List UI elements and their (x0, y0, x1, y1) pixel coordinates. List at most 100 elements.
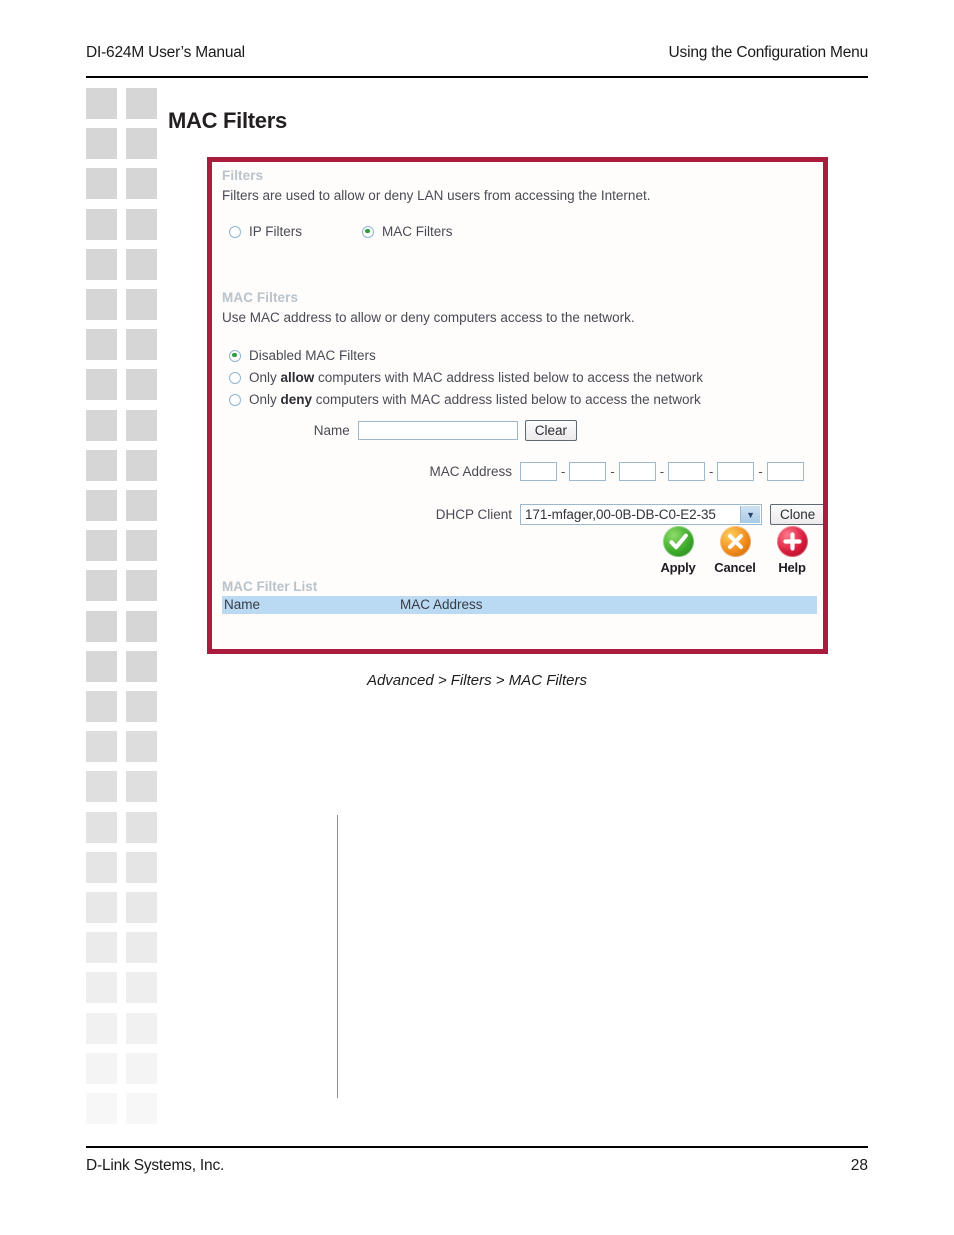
decorative-square (126, 691, 157, 722)
x-circle-icon (719, 526, 751, 557)
page-header: DI-624M User’s Manual Using the Configur… (86, 44, 868, 78)
decorative-square (126, 851, 157, 883)
action-buttons: Apply Cancel Help (655, 526, 815, 577)
dhcp-client-selected-value: 171-mfager,00-0B-DB-C0-E2-35 (525, 507, 716, 522)
radio-allow-mac-filters-label: Only allow computers with MAC address li… (249, 370, 703, 385)
decorative-square (86, 490, 117, 521)
radio-allow-mac-filters-indicator[interactable] (229, 371, 241, 384)
chevron-down-icon[interactable]: ▼ (740, 506, 760, 523)
decorative-square (126, 168, 157, 200)
radio-deny-mac-filters-label: Only deny computers with MAC address lis… (249, 392, 701, 407)
mac-separator-3: - (659, 464, 665, 479)
help-label: Help (778, 560, 806, 575)
vertical-divider (337, 815, 338, 1098)
decorative-square (86, 1012, 117, 1044)
mac-address-row: MAC Address - - - - - (257, 462, 804, 481)
cancel-button[interactable]: Cancel (712, 526, 758, 577)
decorative-square (126, 128, 157, 160)
header-rule (86, 76, 868, 78)
decorative-square (86, 851, 117, 883)
filters-group-title: Filters (222, 168, 264, 183)
decorative-square (126, 1093, 157, 1124)
decorative-square (126, 449, 157, 481)
page-number: 28 (850, 1157, 868, 1174)
decorative-square (126, 329, 157, 361)
footer-rule (86, 1146, 868, 1148)
decorative-square (126, 1012, 157, 1044)
radio-disabled-mac-filters[interactable]: Disabled MAC Filters (229, 348, 376, 363)
decorative-square (126, 811, 157, 843)
mac-octet-5[interactable] (717, 462, 755, 481)
decorative-square (126, 248, 157, 280)
decorative-square (86, 88, 117, 119)
dhcp-client-row: DHCP Client 171-mfager,00-0B-DB-C0-E2-35… (257, 504, 823, 525)
decorative-square (86, 691, 117, 722)
decorative-square (86, 972, 117, 1004)
mac-filter-list-header: Name MAC Address (222, 596, 817, 614)
decorative-square (86, 208, 117, 240)
decorative-square (86, 409, 117, 441)
column-header-mac-address: MAC Address (400, 597, 483, 612)
decorative-square (126, 570, 157, 602)
decorative-square (126, 892, 157, 923)
decorative-square (86, 731, 117, 763)
radio-mac-filters-label: MAC Filters (382, 224, 453, 239)
decorative-square (86, 892, 117, 923)
decorative-square (126, 530, 157, 562)
radio-deny-mac-filters[interactable]: Only deny computers with MAC address lis… (229, 392, 701, 407)
column-header-name: Name (224, 597, 261, 612)
decorative-square (126, 972, 157, 1004)
clone-button[interactable]: Clone (770, 504, 823, 525)
radio-disabled-mac-filters-indicator[interactable] (229, 349, 241, 362)
dhcp-client-label: DHCP Client (435, 507, 512, 522)
mac-octet-6[interactable] (766, 462, 804, 481)
radio-deny-mac-filters-indicator[interactable] (229, 393, 241, 406)
mac-octet-2[interactable] (569, 462, 607, 481)
router-ui-screenshot: Filters Filters are used to allow or den… (207, 157, 828, 654)
name-input[interactable] (357, 421, 518, 440)
decorative-square (126, 932, 157, 964)
decorative-square (86, 811, 117, 843)
decorative-square (86, 128, 117, 160)
cancel-label: Cancel (714, 560, 756, 575)
help-button[interactable]: Help (769, 526, 815, 577)
page-title: MAC Filters (168, 108, 287, 133)
decorative-square (126, 289, 157, 320)
mac-separator-5: - (758, 464, 763, 479)
decorative-square (126, 490, 157, 521)
mac-separator-2: - (610, 464, 615, 479)
radio-ip-filters-indicator[interactable] (229, 225, 241, 238)
decorative-square (126, 610, 157, 642)
decorative-square (86, 449, 117, 481)
radio-ip-filters[interactable]: IP Filters (229, 224, 302, 239)
decorative-square (86, 771, 117, 803)
decorative-square (86, 248, 117, 280)
mac-separator-1: - (561, 464, 566, 479)
decorative-square (86, 610, 117, 642)
decorative-square (86, 570, 117, 602)
decorative-square (86, 329, 117, 361)
mac-octet-4[interactable] (668, 462, 706, 481)
apply-button[interactable]: Apply (655, 526, 701, 577)
dhcp-client-select[interactable]: 171-mfager,00-0B-DB-C0-E2-35 ▼ (520, 504, 762, 525)
name-label: Name (313, 423, 350, 438)
name-row: Name Clear (257, 420, 577, 441)
clear-button[interactable]: Clear (524, 420, 577, 441)
mac-octet-1[interactable] (520, 462, 557, 481)
decorative-square (86, 168, 117, 200)
radio-mac-filters-indicator[interactable] (362, 225, 374, 238)
decorative-square (126, 208, 157, 240)
mac-filter-list-title: MAC Filter List (222, 579, 318, 594)
decorative-square (86, 369, 117, 401)
mac-address-label: MAC Address (429, 464, 512, 479)
plus-circle-icon (776, 526, 808, 557)
radio-mac-filters[interactable]: MAC Filters (362, 224, 453, 239)
chapter-title: Using the Configuration Menu (668, 44, 869, 61)
decorative-square (126, 409, 157, 441)
mac-octet-3[interactable] (618, 462, 656, 481)
footer-company: D-Link Systems, Inc. (86, 1157, 225, 1174)
decorative-square (86, 1093, 117, 1124)
decorative-square (86, 932, 117, 964)
radio-allow-mac-filters[interactable]: Only allow computers with MAC address li… (229, 370, 703, 385)
decorative-square (86, 289, 117, 320)
